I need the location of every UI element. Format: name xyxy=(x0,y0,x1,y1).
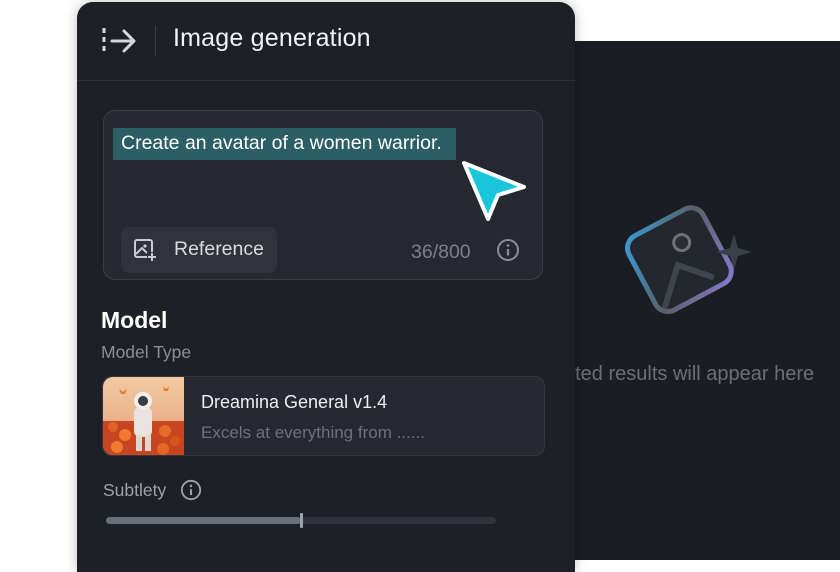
character-count: 36/800 xyxy=(411,241,471,263)
prompt-input[interactable]: Create an avatar of a women warrior. Ref… xyxy=(103,110,543,280)
model-heading: Model xyxy=(101,307,168,333)
model-selector[interactable]: Dreamina General v1.4 Excels at everythi… xyxy=(102,376,545,456)
cursor-pointer-icon xyxy=(462,161,526,221)
image-generation-panel: Image generation Create an avatar of a w… xyxy=(77,2,575,572)
results-area: ated results will appear here xyxy=(560,41,840,560)
panel-header: Image generation xyxy=(77,2,575,81)
info-icon[interactable] xyxy=(496,238,520,262)
model-description: Excels at everything from ...... xyxy=(201,423,425,442)
subtlety-label: Subtlety xyxy=(103,480,167,500)
subtlety-slider-fill xyxy=(106,517,301,524)
subtlety-slider-thumb[interactable] xyxy=(300,513,303,528)
collapse-panel-icon[interactable] xyxy=(101,26,137,56)
subtlety-slider[interactable] xyxy=(106,513,496,528)
results-placeholder-text: ated results will appear here xyxy=(564,363,815,385)
subtlety-info-icon[interactable] xyxy=(180,479,202,501)
model-type-label: Model Type xyxy=(101,342,192,362)
add-image-icon xyxy=(134,239,157,262)
prompt-text[interactable]: Create an avatar of a women warrior. xyxy=(113,128,456,160)
header-divider xyxy=(155,26,156,56)
panel-title: Image generation xyxy=(173,24,371,52)
reference-button[interactable]: Reference xyxy=(121,227,277,273)
model-thumbnail xyxy=(103,377,184,455)
image-placeholder-icon xyxy=(625,205,752,315)
reference-label: Reference xyxy=(174,238,264,260)
model-name: Dreamina General v1.4 xyxy=(201,392,388,412)
